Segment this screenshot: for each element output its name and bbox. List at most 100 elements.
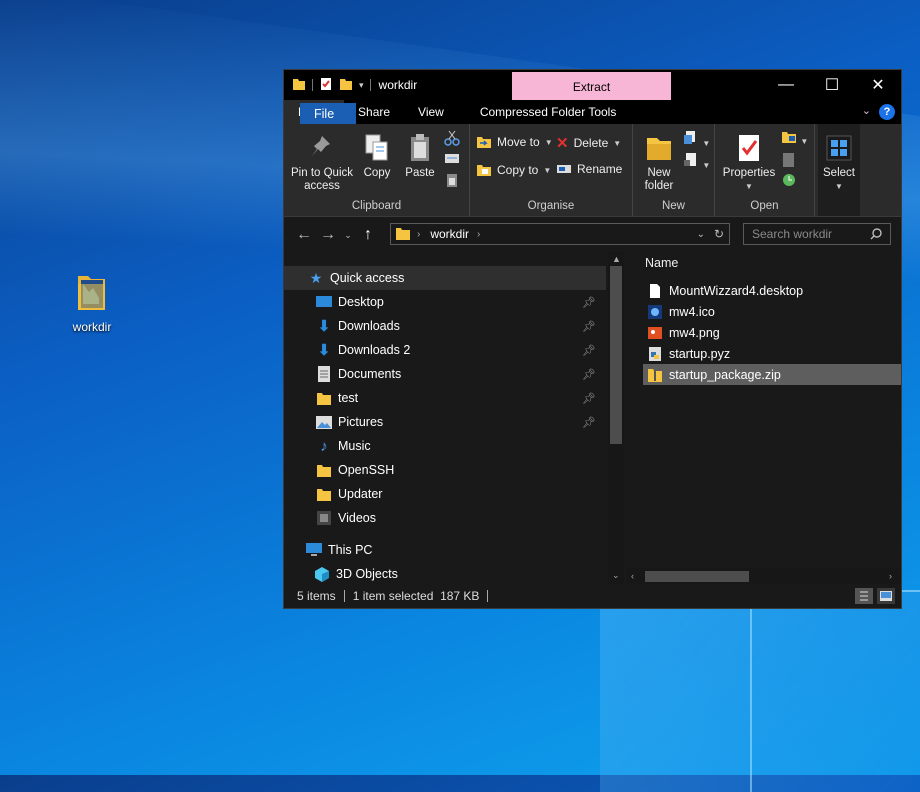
recent-locations-icon[interactable]: ⌄ [340, 230, 356, 241]
maximize-button[interactable]: ☐ [809, 70, 855, 100]
scroll-down-arrow-icon[interactable]: ⌄ [612, 570, 620, 581]
chevron-right-icon[interactable]: › [477, 229, 480, 240]
status-bar: 5 items 1 item selected 187 KB [284, 584, 901, 608]
refresh-icon[interactable]: ↻ [714, 227, 724, 241]
divider [312, 79, 313, 91]
tab-compressed-folder-tools[interactable]: Compressed Folder Tools [466, 100, 631, 124]
new-item-icon[interactable]: ▼ [683, 130, 710, 149]
file-row[interactable]: MountWizzard4.desktop [643, 280, 901, 301]
address-bar[interactable]: › workdir › ⌄ ↻ [390, 223, 730, 245]
nav-item-pictures[interactable]: Pictures 📌︎ [284, 410, 606, 434]
easy-access-icon[interactable]: ▼ [683, 152, 710, 171]
ribbon: Pin to Quick access Copy Paste Clipboard… [284, 124, 901, 217]
up-arrow-icon[interactable]: ↑ [356, 226, 380, 244]
file-row[interactable]: mw4.ico [643, 301, 901, 322]
cut-icon[interactable] [444, 130, 460, 149]
forward-arrow-icon[interactable]: → [316, 226, 340, 244]
cube-icon [314, 566, 330, 582]
copy-button[interactable]: Copy [356, 132, 398, 180]
properties-button[interactable]: Properties ▼ [719, 132, 779, 193]
tab-file[interactable]: File [300, 103, 356, 124]
pin-icon[interactable]: 📌︎ [582, 416, 596, 429]
open-icon[interactable]: ▼ [781, 130, 808, 147]
help-icon[interactable]: ? [879, 104, 895, 120]
chevron-down-icon[interactable]: ▾ [359, 80, 364, 91]
breadcrumb[interactable]: workdir [430, 227, 469, 241]
pin-icon[interactable]: 📌︎ [582, 368, 596, 381]
nav-item-openssh[interactable]: OpenSSH [284, 458, 606, 482]
clipboard-icon [404, 132, 436, 164]
nav-this-pc[interactable]: This PC [284, 538, 606, 562]
desktop-icon-workdir[interactable]: workdir [64, 272, 120, 334]
group-organise: Move to ▼ Copy to ▼ ✕ Delete ▼ Rename Organ… [470, 124, 633, 216]
nav-item-test[interactable]: test 📌︎ [284, 386, 606, 410]
pin-icon[interactable]: 📌︎ [582, 296, 596, 309]
minimize-button[interactable]: — [763, 70, 809, 100]
scroll-left-arrow-icon[interactable]: ‹ [631, 571, 634, 581]
back-arrow-icon[interactable]: ← [292, 226, 316, 244]
content-area: ★ Quick access Desktop 📌︎ ⬇︎ Downloads 📌… [284, 252, 901, 584]
folder-icon [316, 462, 332, 478]
scroll-up-arrow-icon[interactable]: ▲ [612, 254, 621, 264]
copy-to-button[interactable]: Copy to ▼ [476, 162, 551, 178]
scroll-right-arrow-icon[interactable]: › [889, 571, 892, 581]
copy-path-icon[interactable] [444, 152, 460, 169]
chevron-down-icon[interactable]: ⌄ [862, 104, 871, 117]
nav-quick-access[interactable]: ★ Quick access [284, 266, 606, 290]
paste-shortcut-icon[interactable] [444, 172, 460, 191]
close-button[interactable]: ✕ [855, 70, 901, 100]
star-icon: ★ [309, 269, 323, 286]
scrollbar-thumb[interactable] [610, 266, 622, 444]
group-select: Select ▼ [818, 124, 860, 216]
nav-item-documents[interactable]: Documents 📌︎ [284, 362, 606, 386]
download-arrow-icon: ⬇︎ [317, 318, 331, 335]
chevron-down-icon[interactable]: ⌄ [697, 229, 705, 240]
rename-button[interactable]: Rename [556, 162, 622, 176]
details-view-icon[interactable] [855, 588, 873, 604]
paste-button[interactable]: Paste [400, 132, 440, 180]
folder-icon [75, 272, 109, 314]
nav-item-videos[interactable]: Videos [284, 506, 606, 530]
select-button[interactable]: Select ▼ [818, 132, 860, 193]
context-tab-extract[interactable]: Extract [512, 72, 671, 100]
pin-to-quick-access-button[interactable]: Pin to Quick access [290, 132, 354, 193]
nav-item-desktop[interactable]: Desktop 📌︎ [284, 290, 606, 314]
properties-icon [733, 132, 765, 164]
delete-button[interactable]: ✕ Delete ▼ [556, 134, 621, 152]
pin-icon[interactable]: 📌︎ [582, 320, 596, 333]
nav-item-downloads-2[interactable]: ⬇︎ Downloads 2 📌︎ [284, 338, 606, 362]
pin-icon[interactable]: 📌︎ [582, 344, 596, 357]
nav-item-updater[interactable]: Updater [284, 482, 606, 506]
file-row[interactable]: mw4.png [643, 322, 901, 343]
file-list-pane: Name MountWizzard4.desktop mw4.ico mw4.p… [627, 252, 901, 584]
move-to-button[interactable]: Move to ▼ [476, 134, 553, 150]
new-folder-icon[interactable] [339, 77, 353, 94]
image-file-icon [648, 326, 662, 339]
group-label: Open [750, 200, 779, 212]
column-header-name[interactable]: Name [645, 256, 678, 270]
properties-icon[interactable] [319, 77, 333, 94]
nav-scrollbar[interactable]: ▲ ⌄ [608, 252, 624, 584]
nav-item-music[interactable]: ♪ Music [284, 434, 606, 458]
new-folder-button[interactable]: New folder [637, 132, 681, 193]
file-row[interactable]: startup.pyz [643, 343, 901, 364]
edit-icon[interactable] [781, 152, 797, 171]
nav-3d-objects[interactable]: 3D Objects [284, 562, 606, 586]
scrollbar-thumb[interactable] [645, 571, 749, 582]
address-row: ← → ⌄ ↑ › workdir › ⌄ ↻ Search workdir [284, 217, 901, 253]
pin-icon[interactable]: 📌︎ [582, 392, 596, 405]
file-list-horizontal-scrollbar[interactable]: ‹ › [627, 568, 901, 584]
window-controls: — ☐ ✕ [763, 70, 901, 100]
nav-item-downloads[interactable]: ⬇︎ Downloads 📌︎ [284, 314, 606, 338]
chevron-right-icon: › [417, 228, 421, 240]
file-row-selected[interactable]: startup_package.zip [643, 364, 901, 385]
history-icon[interactable] [781, 172, 797, 191]
tab-view[interactable]: View [404, 100, 458, 124]
ribbon-tabs: File Home Share View Compressed Folder T… [284, 100, 901, 124]
document-icon [316, 366, 332, 382]
music-note-icon: ♪ [320, 437, 328, 455]
search-input[interactable]: Search workdir [743, 223, 891, 245]
download-arrow-icon: ⬇︎ [317, 342, 331, 359]
computer-icon [306, 542, 322, 558]
large-icons-view-icon[interactable] [877, 588, 895, 604]
